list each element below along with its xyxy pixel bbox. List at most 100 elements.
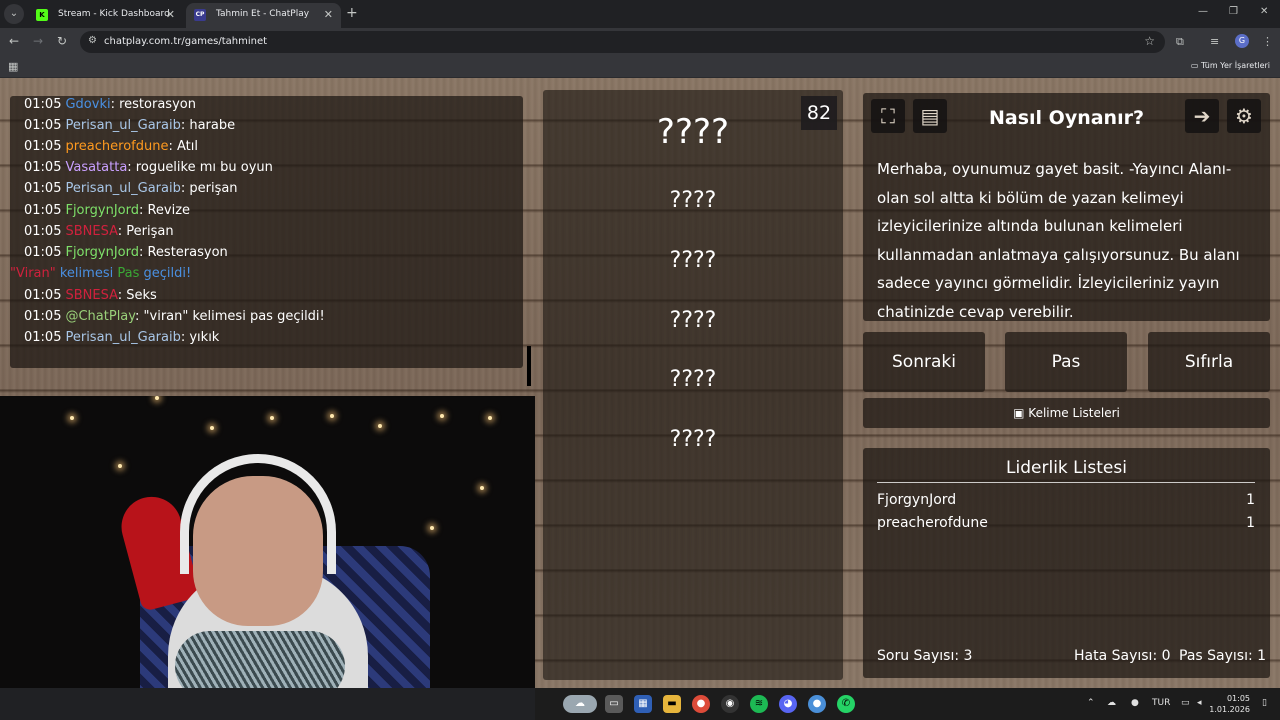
whatsapp-icon[interactable]: ✆ [837, 695, 855, 713]
reload-icon[interactable]: ↻ [57, 34, 67, 48]
chat-username[interactable]: SBNESA [65, 288, 117, 303]
chat-username[interactable]: FjorgynJord [65, 245, 139, 260]
kick-icon: K [36, 9, 48, 21]
string-light [70, 416, 74, 420]
windows-taskbar: ☁ ▭ ▦ ▬ ● ◉ ≋ ◕ ● ✆ ⌃ ☁ ● TUR ▭ ◂ 01:05 … [535, 688, 1280, 720]
menu-kebab-icon[interactable]: ⋮ [1262, 35, 1273, 48]
chat-text: : yıkık [180, 330, 220, 345]
close-icon[interactable]: ✕ [324, 8, 333, 21]
weather-widget-icon[interactable]: ☁ [563, 695, 597, 713]
system-clock[interactable]: 01:05 1.01.2026 [1209, 693, 1250, 715]
chat-message: 01:05 Vasatatta: roguelike mı bu oyun [24, 160, 273, 175]
chat-username[interactable]: preacherofdune [65, 139, 168, 154]
chat-timestamp: 01:05 [24, 97, 62, 112]
how-to-play-text: Merhaba, oyunumuz gayet basit. -Yayıncı … [877, 160, 1240, 321]
chat-timestamp: 01:05 [24, 309, 62, 324]
forward-icon[interactable]: → [33, 34, 43, 48]
site-info-icon[interactable]: ⚙ [88, 35, 97, 46]
chat-timestamp: 01:05 [24, 245, 62, 260]
chat-username[interactable]: Vasatatta [65, 160, 127, 175]
language-indicator[interactable]: TUR [1152, 698, 1170, 708]
word-lists-button[interactable]: ▣ Kelime Listeleri [863, 398, 1270, 428]
chrome-profile-icon[interactable]: ● [808, 695, 826, 713]
player-score: 1 [1246, 515, 1255, 531]
new-tab-button[interactable]: + [346, 5, 358, 21]
chat-username[interactable]: Perisan_ul_Garaib [65, 118, 180, 133]
string-light [430, 526, 434, 530]
string-light [155, 396, 159, 400]
player-score: 1 [1246, 492, 1255, 508]
clipboard-icon: ▣ [1013, 406, 1029, 420]
chat-username[interactable]: SBNESA [65, 224, 117, 239]
chat-username[interactable]: @ChatPlay [65, 309, 135, 324]
chat-timestamp: 01:05 [24, 203, 62, 218]
tray-overflow-icon[interactable]: ⌃ [1087, 698, 1095, 708]
folder-icon: ▭ [1190, 61, 1201, 70]
extensions-icon[interactable]: ⧉ [1176, 35, 1184, 49]
chat-message: 01:05 Perisan_ul_Garaib: yıkık [24, 330, 219, 345]
apps-grid-icon[interactable]: ▦ [8, 60, 18, 73]
tab-title: Tahmin Et - ChatPlay [216, 9, 310, 19]
chat-username[interactable]: Perisan_ul_Garaib [65, 330, 180, 345]
obs-icon[interactable]: ◉ [721, 695, 739, 713]
chat-scrollbar[interactable] [527, 346, 531, 386]
chat-username[interactable]: FjorgynJord [65, 203, 139, 218]
player-name: FjorgynJord [877, 492, 957, 508]
pass-button[interactable]: Pas [1005, 332, 1127, 392]
chat-timestamp: 01:05 [24, 139, 62, 154]
question-count: Soru Sayısı: 3 [877, 648, 973, 664]
bookmark-star-icon[interactable]: ☆ [1144, 34, 1155, 48]
chat-text: : Perişan [117, 224, 174, 239]
chat-text: : Resterasyon [138, 245, 228, 260]
address-bar[interactable]: ⚙ chatplay.com.tr/games/tahminet ☆ [80, 31, 1165, 53]
discord-icon[interactable]: ◕ [779, 695, 797, 713]
tab-chatplay[interactable]: CP Tahmin Et - ChatPlay ✕ [186, 3, 341, 28]
browser-toolbar: ← → ↻ ⚙ chatplay.com.tr/games/tahminet ☆… [0, 28, 1280, 56]
volume-icon[interactable]: ◂ [1197, 698, 1202, 708]
chat-text: Pas [117, 266, 140, 281]
chat-text: : "viran" kelimesi pas geçildi! [135, 309, 325, 324]
chat-text: : restorasyon [110, 97, 196, 112]
chat-text: geçildi! [139, 266, 192, 281]
string-light [270, 416, 274, 420]
profile-avatar[interactable]: G [1235, 34, 1249, 48]
leaderboard-title: Liderlik Listesi [1006, 458, 1127, 478]
restore-icon[interactable]: ❐ [1229, 6, 1238, 17]
microphone-icon[interactable]: ● [1131, 698, 1139, 708]
notification-icon[interactable]: ▯ [1262, 698, 1267, 708]
all-bookmarks-button[interactable]: ▭ Tüm Yer İşaretleri [1191, 61, 1270, 70]
forbidden-word: ???? [669, 308, 717, 333]
close-window-icon[interactable]: ✕ [1260, 6, 1268, 17]
file-explorer-icon[interactable]: ▬ [663, 695, 681, 713]
onedrive-icon[interactable]: ☁ [1107, 698, 1116, 708]
chat-message: 01:05 FjorgynJord: Revize [24, 203, 190, 218]
how-to-play-title: Nasıl Oynanır? [989, 107, 1144, 129]
clock-time: 01:05 [1226, 694, 1250, 703]
chat-message: 01:05 FjorgynJord: Resterasyon [24, 245, 228, 260]
system-notice: "Viran" kelimesi Pas geçildi! [10, 266, 191, 281]
reading-list-icon[interactable]: ≡ [1210, 35, 1219, 48]
tab-kick-dashboard[interactable]: K Stream - Kick Dashboard ✕ [28, 3, 183, 28]
close-icon[interactable]: ✕ [166, 8, 175, 21]
minimize-icon[interactable]: — [1198, 6, 1208, 17]
chat-username[interactable]: Perisan_ul_Garaib [65, 181, 180, 196]
store-icon[interactable]: ▦ [634, 695, 652, 713]
network-icon[interactable]: ▭ [1181, 698, 1190, 708]
forbidden-word: ???? [669, 188, 717, 213]
string-light [378, 424, 382, 428]
headphones [180, 454, 336, 574]
all-bookmarks-label: Tüm Yer İşaretleri [1200, 61, 1270, 70]
leaderboard-row: preacherofdune 1 [877, 515, 1255, 537]
chrome-icon[interactable]: ● [692, 695, 710, 713]
reset-button[interactable]: Sıfırla [1148, 332, 1270, 392]
tab-search-button[interactable]: ⌄ [4, 4, 24, 24]
spotify-icon[interactable]: ≋ [750, 695, 768, 713]
chat-timestamp: 01:05 [24, 181, 62, 196]
task-view-icon[interactable]: ▭ [605, 695, 623, 713]
chat-message: 01:05 Perisan_ul_Garaib: perişan [24, 181, 238, 196]
next-button[interactable]: Sonraki [863, 332, 985, 392]
back-icon[interactable]: ← [9, 34, 19, 48]
chat-username[interactable]: Gdovki [65, 97, 110, 112]
word-lists-label: Kelime Listeleri [1028, 406, 1120, 420]
string-light [488, 416, 492, 420]
